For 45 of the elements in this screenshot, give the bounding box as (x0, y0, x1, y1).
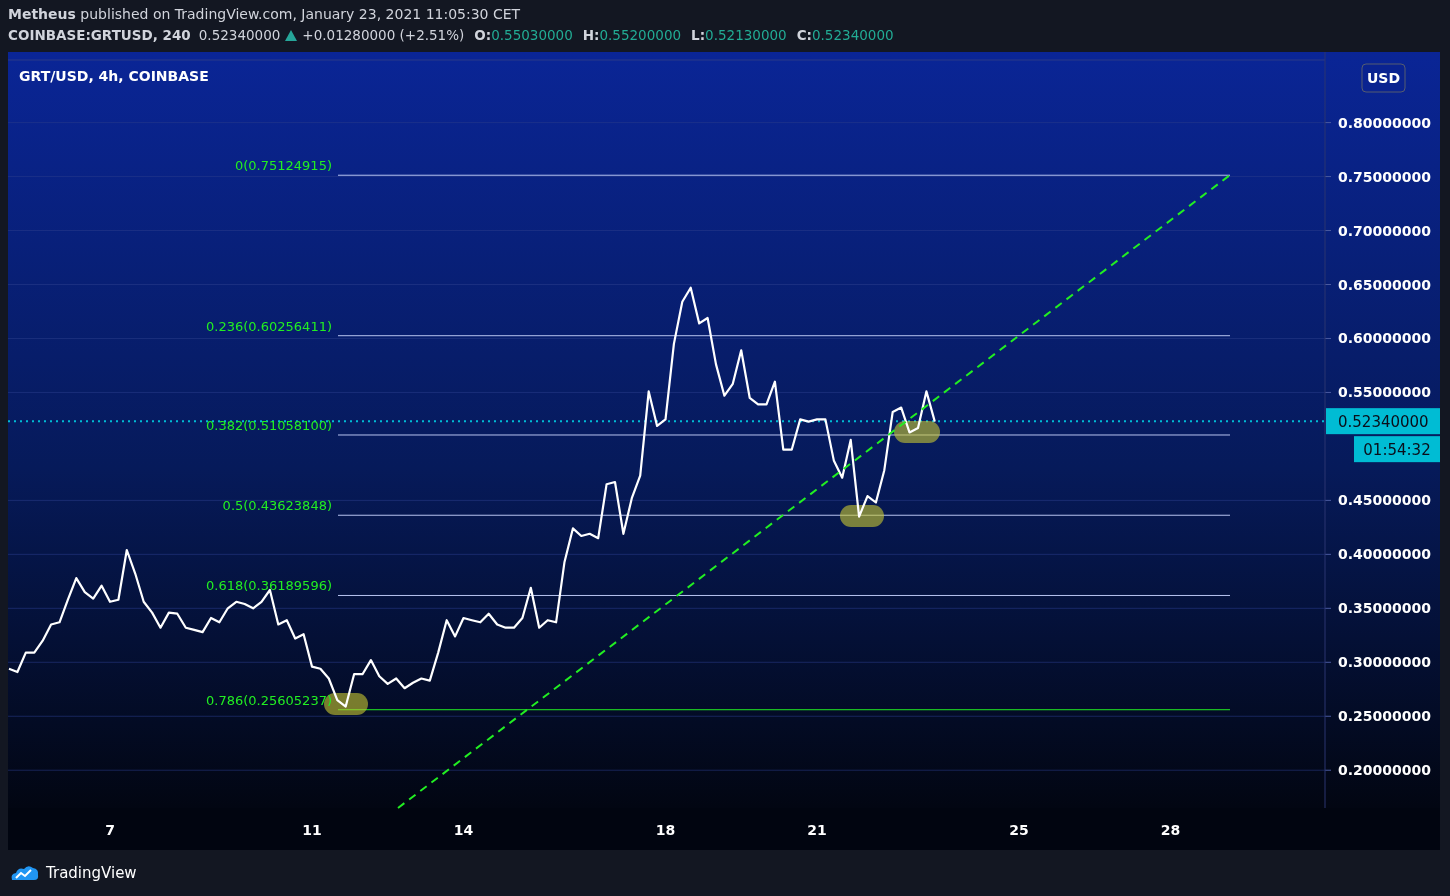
fib-level-label: 0.618(0.36189596) (206, 578, 332, 594)
chart-legend: GRT/USD, 4h, COINBASE (19, 68, 209, 84)
countdown-tag: 01:54:32 (1354, 436, 1440, 463)
ohlc-value: 0.55030000 (491, 27, 573, 43)
fib-level-label: 0.5(0.43623848) (222, 498, 332, 514)
ohlc-label: H: (582, 27, 600, 43)
highlight-marker (894, 421, 940, 443)
symbol-label: COINBASE:GRTUSD, 240 (8, 27, 191, 43)
fib-level-label: 0.236(0.60256411) (206, 318, 332, 334)
price-axis-label: 0.40000000 (1338, 546, 1431, 563)
time-axis-label: 11 (302, 822, 322, 838)
time-axis-label: 25 (1009, 822, 1029, 838)
price-axis-label: 0.55000000 (1338, 384, 1431, 401)
price-axis-label: 0.60000000 (1338, 330, 1431, 347)
currency-button[interactable]: USD (1361, 63, 1406, 93)
price-axis-label: 0.45000000 (1338, 492, 1431, 509)
price-axis-label: 0.80000000 (1338, 114, 1431, 131)
brand-name: TradingView (46, 864, 137, 882)
price-axis-label: 0.65000000 (1338, 276, 1431, 293)
price-axis-label: 0.25000000 (1338, 708, 1431, 725)
time-axis-label: 21 (807, 822, 827, 838)
ohlc-label: L: (691, 27, 706, 43)
time-axis-label: 14 (453, 822, 474, 838)
price-axis-label: 0.70000000 (1338, 222, 1431, 239)
ohlc-value: 0.55200000 (599, 27, 682, 43)
time-axis-label: 7 (105, 822, 115, 838)
price-axis-label: 0.30000000 (1338, 654, 1431, 671)
publish-info: Metheus published on TradingView.com, January 23, 2021 11:05:30 CET (8, 6, 521, 22)
fib-level-label: 0.382(0.51058100) (206, 418, 332, 433)
price-axis-label: 0.35000000 (1338, 600, 1431, 617)
ohlc-value: 0.52340000 (812, 27, 894, 43)
fib-level-label: 0(0.75124915) (235, 158, 332, 174)
price-axis-label: 0.75000000 (1338, 168, 1431, 185)
cloud-logo-icon (10, 864, 40, 882)
time-axis-label: 18 (655, 822, 676, 838)
last-price-tag: 0.52340000 (1326, 408, 1440, 435)
ohlc-value: 0.52130000 (705, 27, 787, 43)
fib-level-label: 0.786(0.25605237) (206, 692, 332, 708)
ohlc-label: C: (796, 27, 812, 43)
highlight-marker (840, 505, 884, 527)
price-axis-label: 0.20000000 (1338, 762, 1431, 779)
ohlc-label: O: (474, 27, 492, 43)
price-value: 0.52340000 (198, 27, 281, 43)
time-axis-label: 28 (1160, 822, 1181, 838)
change-value: +0.01280000 (+2.51%) (302, 27, 465, 43)
